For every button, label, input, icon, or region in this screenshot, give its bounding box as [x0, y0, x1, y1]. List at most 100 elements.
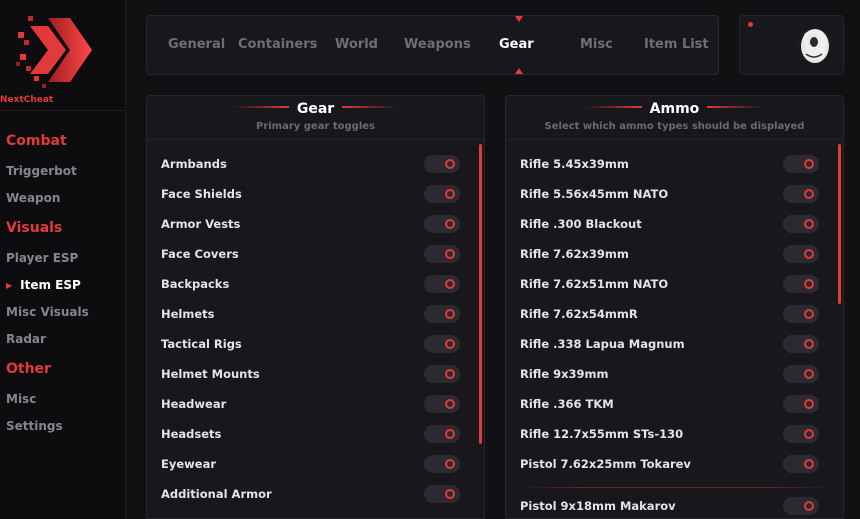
nav-item-weapon[interactable]: Weapon — [6, 191, 60, 205]
tab-misc[interactable]: Misc — [580, 16, 613, 74]
title-line-left — [232, 106, 289, 108]
ammo-scrollbar[interactable] — [838, 144, 841, 304]
gear-panel-title: Gear — [147, 101, 484, 117]
toggle-label: Armbands — [161, 157, 227, 171]
tab-general[interactable]: General — [168, 16, 225, 74]
toggle-label: Backpacks — [161, 277, 230, 291]
tab-weapons[interactable]: Weapons — [404, 16, 471, 74]
toggle-switch[interactable] — [424, 155, 460, 173]
toggle-switch[interactable] — [783, 215, 819, 233]
toggle-knob-icon — [804, 399, 814, 409]
nav-section-visuals: Visuals — [6, 220, 63, 236]
nav-item-settings[interactable]: Settings — [6, 419, 63, 433]
nav-item-misc[interactable]: Misc — [6, 392, 36, 406]
toggle-knob-icon — [804, 459, 814, 469]
ammo-panel-title: Ammo — [506, 101, 843, 117]
toggle-switch[interactable] — [783, 185, 819, 203]
toggle-label: Helmets — [161, 307, 215, 321]
toggle-switch[interactable] — [783, 245, 819, 263]
toggle-label: Rifle 7.62x54mmR — [520, 307, 638, 321]
title-line-right — [342, 106, 399, 108]
active-tab-marker-top-icon — [515, 16, 523, 22]
toggle-knob-icon — [445, 339, 455, 349]
toggle-knob-icon — [445, 459, 455, 469]
brand-name: NextCheat — [0, 95, 54, 105]
toggle-switch[interactable] — [424, 425, 460, 443]
tab-gear[interactable]: Gear — [499, 16, 534, 74]
toggle-label: Rifle .300 Blackout — [520, 217, 642, 231]
brand-logo-icon — [14, 10, 94, 90]
toggle-switch[interactable] — [424, 485, 460, 503]
toggle-label: Eyewear — [161, 457, 217, 471]
toggle-knob-icon — [445, 249, 455, 259]
nav-item-player-esp[interactable]: Player ESP — [6, 251, 78, 265]
toggle-label: Rifle 7.62x51mm NATO — [520, 277, 669, 291]
toggle-knob-icon — [445, 309, 455, 319]
toggle-label: Face Covers — [161, 247, 239, 261]
toggle-knob-icon — [804, 309, 814, 319]
toggle-switch[interactable] — [783, 425, 819, 443]
brand-divider — [0, 110, 126, 111]
nav-item-item-esp[interactable]: ▶ Item ESP — [6, 278, 81, 292]
toggle-label: Headsets — [161, 427, 222, 441]
toggle-label: Helmet Mounts — [161, 367, 260, 381]
toggle-label: Pistol 7.62x25mm Tokarev — [520, 457, 691, 471]
active-arrow-icon: ▶ — [6, 281, 13, 290]
toggle-switch[interactable] — [424, 365, 460, 383]
toggle-knob-icon — [445, 399, 455, 409]
toggle-switch[interactable] — [424, 215, 460, 233]
toggle-switch[interactable] — [424, 335, 460, 353]
toggle-switch[interactable] — [783, 365, 819, 383]
toggle-knob-icon — [445, 279, 455, 289]
toggle-knob-icon — [445, 219, 455, 229]
ammo-panel-subtitle: Select which ammo types should be displa… — [544, 121, 805, 132]
toggle-knob-icon — [445, 429, 455, 439]
toggle-knob-icon — [804, 369, 814, 379]
nav-item-label: Item ESP — [20, 278, 81, 292]
gear-panel-subtitle: Primary gear toggles — [255, 121, 376, 132]
title-line-left — [585, 106, 642, 108]
toggle-switch[interactable] — [424, 395, 460, 413]
title-line-right — [707, 106, 764, 108]
toggle-label: Tactical Rigs — [161, 337, 242, 351]
panel-separator — [147, 139, 484, 140]
toggle-label: Rifle 12.7x55mm STs-130 — [520, 427, 684, 441]
avatar[interactable] — [796, 26, 832, 64]
ammo-panel-title-text: Ammo — [649, 101, 700, 117]
nav-item-radar[interactable]: Radar — [6, 332, 46, 346]
toggle-switch[interactable] — [783, 275, 819, 293]
profile-card[interactable] — [739, 15, 844, 75]
nav-item-misc-visuals[interactable]: Misc Visuals — [6, 305, 89, 319]
toggle-switch[interactable] — [424, 305, 460, 323]
tab-world[interactable]: World — [335, 16, 378, 74]
status-dot-icon — [748, 22, 753, 27]
toggle-label: Headwear — [161, 397, 227, 411]
toggle-switch[interactable] — [783, 395, 819, 413]
toggle-knob-icon — [804, 501, 814, 511]
toggle-label: Face Shields — [161, 187, 242, 201]
toggle-knob-icon — [804, 249, 814, 259]
toggle-label: Rifle 5.56x45mm NATO — [520, 187, 669, 201]
toggle-knob-icon — [804, 159, 814, 169]
tab-item-list[interactable]: Item List — [644, 16, 709, 74]
toggle-knob-icon — [804, 279, 814, 289]
toggle-label: Armor Vests — [161, 217, 241, 231]
gear-scrollbar[interactable] — [479, 144, 482, 444]
nav-section-other: Other — [6, 361, 51, 377]
toggle-switch[interactable] — [783, 335, 819, 353]
toggle-switch[interactable] — [424, 455, 460, 473]
tab-containers[interactable]: Containers — [238, 16, 317, 74]
toggle-switch[interactable] — [783, 155, 819, 173]
toggle-switch[interactable] — [424, 275, 460, 293]
toggle-knob-icon — [804, 429, 814, 439]
nav-item-triggerbot[interactable]: Triggerbot — [6, 164, 77, 178]
toggle-label: Pistol 9x18mm Makarov — [520, 499, 676, 513]
nav-section-combat: Combat — [6, 133, 67, 149]
toggle-label: Additional Armor — [161, 487, 272, 501]
toggle-knob-icon — [804, 219, 814, 229]
toggle-switch[interactable] — [783, 497, 819, 515]
toggle-switch[interactable] — [783, 455, 819, 473]
toggle-switch[interactable] — [424, 245, 460, 263]
toggle-switch[interactable] — [783, 305, 819, 323]
toggle-switch[interactable] — [424, 185, 460, 203]
